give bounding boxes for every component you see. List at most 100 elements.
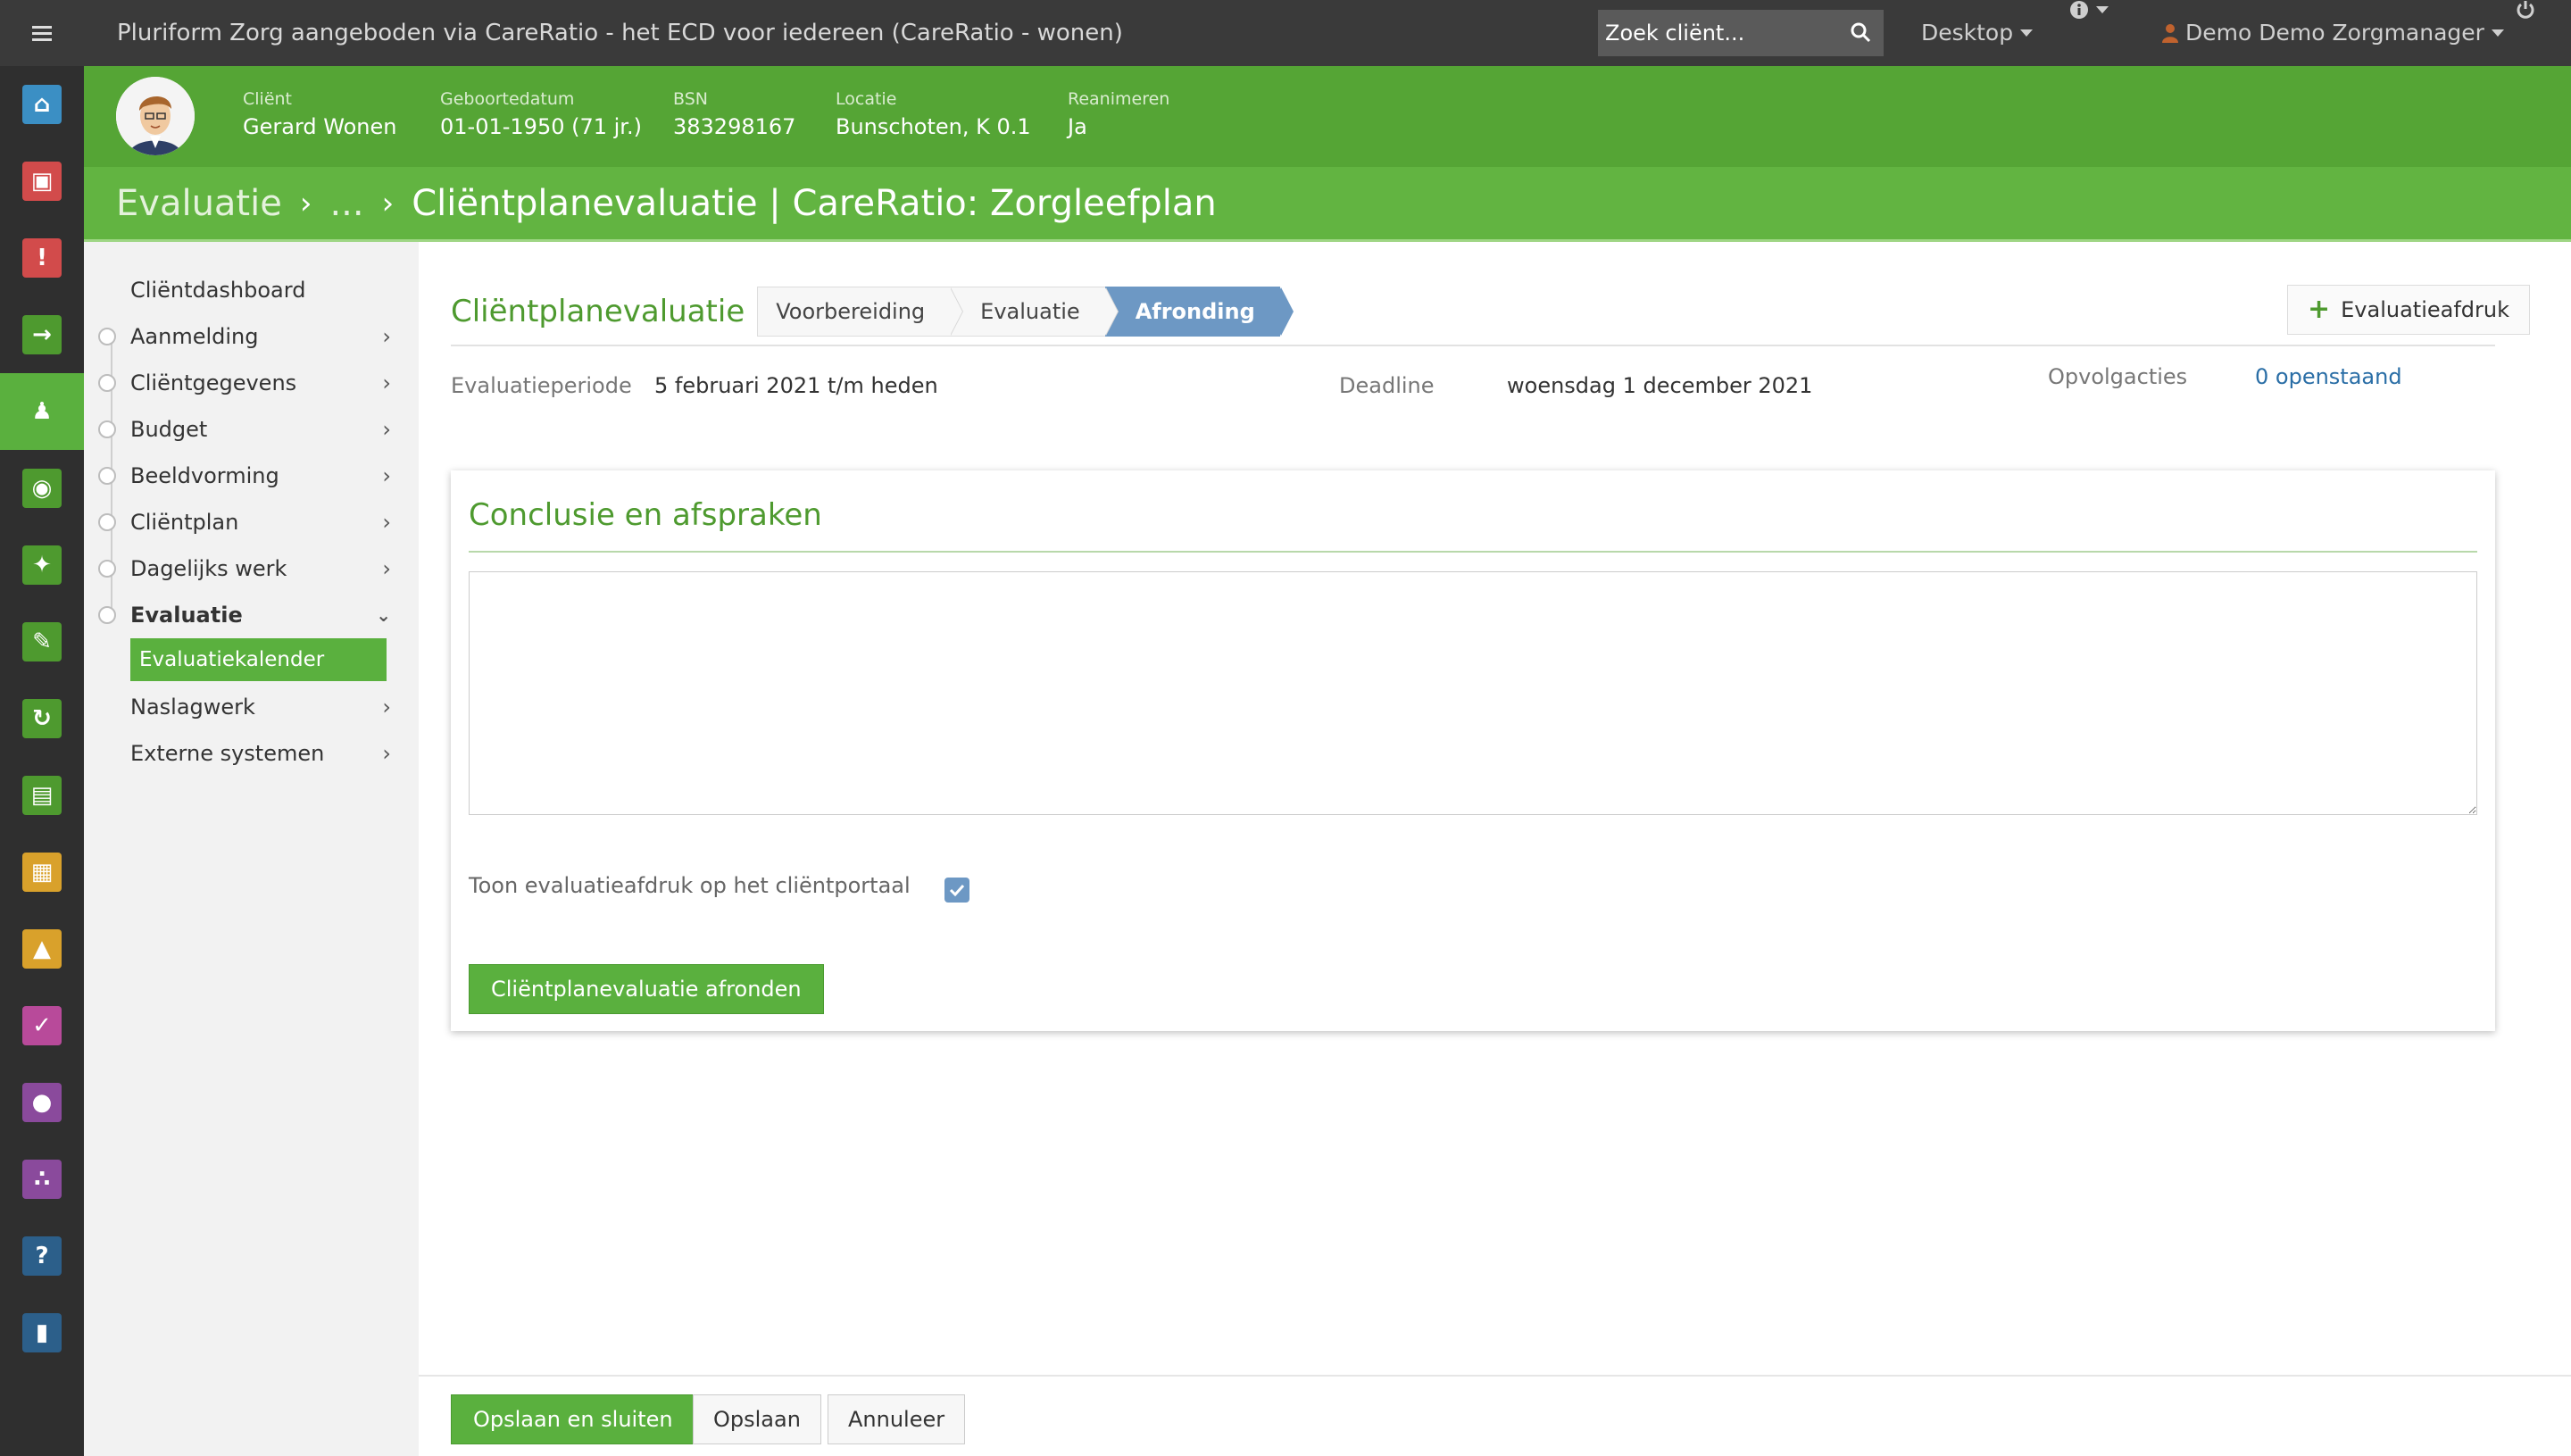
birthdate-value: 01-01-1950 (71 jr.) bbox=[440, 114, 642, 139]
chevron-down-icon bbox=[2020, 29, 2034, 37]
money-icon: ◉ bbox=[22, 469, 62, 508]
pencil-icon: ✎ bbox=[22, 622, 62, 661]
client-search-input[interactable] bbox=[1598, 10, 1884, 56]
sidebar-subitem-evaluatiekalender[interactable]: Evaluatiekalender bbox=[130, 638, 387, 681]
check-icon: ✓ bbox=[22, 1006, 62, 1045]
step-dot bbox=[98, 328, 116, 345]
side-nav: Cliëntdashboard Aanmelding › Cliëntgegev… bbox=[84, 242, 419, 1456]
client-avatar[interactable] bbox=[116, 77, 195, 155]
step-evaluatie[interactable]: Evaluatie bbox=[950, 287, 1119, 337]
rail-group[interactable]: ∴ bbox=[0, 1141, 84, 1218]
user-icon: ● bbox=[22, 1083, 62, 1122]
sidebar-item-evaluatie[interactable]: Evaluatie ⌄ bbox=[98, 599, 398, 631]
group-icon: ∴ bbox=[22, 1160, 62, 1199]
save-button[interactable]: Opslaan bbox=[693, 1394, 821, 1444]
user-menu[interactable]: Demo Demo Zorgmanager bbox=[2162, 0, 2504, 66]
bsn-value: 383298167 bbox=[673, 114, 796, 139]
rail-home[interactable]: ⌂ bbox=[0, 66, 84, 143]
chevron-down-icon bbox=[2491, 29, 2504, 37]
rail-login[interactable]: → bbox=[0, 296, 84, 373]
breadcrumb: Evaluatie › ... › Cliëntplanevaluatie | … bbox=[84, 167, 2571, 242]
chart-icon: ▮ bbox=[22, 1313, 62, 1352]
resuscitation-value: Ja bbox=[1068, 114, 1087, 139]
rail-road[interactable]: ▲ bbox=[0, 911, 84, 987]
rail-check[interactable]: ✓ bbox=[0, 987, 84, 1064]
power-button[interactable] bbox=[2516, 0, 2535, 20]
user-icon bbox=[2162, 24, 2178, 43]
desktop-menu[interactable]: Desktop bbox=[1921, 0, 2034, 66]
sidebar-item-label: Cliëntplan bbox=[130, 510, 239, 535]
sidebar-item-dashboard[interactable]: Cliëntdashboard bbox=[130, 274, 398, 306]
road-icon: ▲ bbox=[22, 929, 62, 969]
rail-pencil[interactable]: ✎ bbox=[0, 603, 84, 680]
document-icon: ▤ bbox=[22, 776, 62, 815]
chevron-right-icon: › bbox=[382, 463, 391, 488]
rail-help[interactable]: ? bbox=[0, 1218, 84, 1294]
sidebar-item-clientplan[interactable]: Cliëntplan › bbox=[98, 506, 398, 538]
cancel-button[interactable]: Annuleer bbox=[828, 1394, 966, 1444]
sidebar-item-label: Beeldvorming bbox=[130, 463, 279, 488]
finish-evaluation-button[interactable]: Cliëntplanevaluatie afronden bbox=[469, 964, 824, 1014]
period-value: 5 februari 2021 t/m heden bbox=[654, 373, 938, 398]
evaluation-print-button[interactable]: + Evaluatieafdruk bbox=[2286, 285, 2530, 335]
rail-money[interactable]: ◉ bbox=[0, 450, 84, 527]
rail-calendar[interactable]: ▦ bbox=[0, 834, 84, 911]
sidebar-item-clientgegevens[interactable]: Cliëntgegevens › bbox=[98, 367, 398, 399]
plus-icon: + bbox=[2307, 294, 2331, 325]
sidebar-item-dagelijks-werk[interactable]: Dagelijks werk › bbox=[98, 553, 398, 585]
panel-divider bbox=[469, 551, 2477, 553]
rail-puzzle[interactable]: ✦ bbox=[0, 527, 84, 603]
conclusion-textarea[interactable] bbox=[469, 571, 2477, 815]
client-search bbox=[1598, 10, 1884, 56]
sidebar-item-budget[interactable]: Budget › bbox=[98, 413, 398, 445]
sidebar-item-label: Dagelijks werk bbox=[130, 556, 287, 581]
warning-icon: ! bbox=[22, 238, 62, 278]
resuscitation-label: Reanimeren bbox=[1068, 89, 1170, 109]
sidebar-item-label: Cliëntgegevens bbox=[130, 370, 297, 395]
sidebar-item-naslagwerk[interactable]: Naslagwerk › bbox=[130, 691, 398, 723]
birthdate-field: Geboortedatum 01-01-1950 (71 jr.) bbox=[440, 89, 642, 139]
sidebar-item-label: Budget bbox=[130, 417, 208, 442]
step-afronding[interactable]: Afronding bbox=[1104, 287, 1294, 337]
sidebar-item-beeldvorming[interactable]: Beeldvorming › bbox=[98, 460, 398, 492]
step-dot bbox=[98, 467, 116, 485]
step-dot bbox=[98, 420, 116, 438]
step-dot bbox=[98, 513, 116, 531]
search-icon[interactable] bbox=[1850, 21, 1871, 43]
breadcrumb-parent[interactable]: Evaluatie bbox=[116, 183, 282, 224]
footer-actions: Opslaan en sluiten Opslaan Annuleer bbox=[419, 1375, 2571, 1456]
chevron-right-icon: › bbox=[382, 695, 391, 720]
chevron-right-icon: › bbox=[382, 417, 391, 442]
portal-checkbox[interactable] bbox=[944, 878, 969, 903]
breadcrumb-ellipsis[interactable]: ... bbox=[329, 183, 363, 224]
rail-refresh[interactable]: ↻ bbox=[0, 680, 84, 757]
wizard-steps: Voorbereiding Evaluatie Afronding bbox=[757, 287, 1294, 337]
step-voorbereiding[interactable]: Voorbereiding bbox=[757, 287, 964, 337]
followup-link[interactable]: 0 openstaand bbox=[2255, 364, 2402, 389]
menu-icon[interactable] bbox=[0, 0, 84, 66]
rail-user[interactable]: ● bbox=[0, 1064, 84, 1141]
refresh-icon: ↻ bbox=[22, 699, 62, 738]
info-menu[interactable] bbox=[2069, 0, 2109, 20]
page-title: Cliëntplanevaluatie bbox=[451, 294, 745, 329]
login-icon: → bbox=[22, 315, 62, 354]
save-and-close-button[interactable]: Opslaan en sluiten bbox=[451, 1394, 695, 1444]
step-dot bbox=[98, 560, 116, 578]
chevron-right-icon: › bbox=[382, 510, 391, 535]
rail-document[interactable]: ▤ bbox=[0, 757, 84, 834]
chevron-right-icon: › bbox=[381, 185, 395, 221]
client-name-field: Cliënt Gerard Wonen bbox=[243, 89, 396, 139]
rail-chart[interactable]: ▮ bbox=[0, 1294, 84, 1371]
evaluation-print-label: Evaluatieafdruk bbox=[2341, 297, 2509, 322]
breadcrumb-current: Cliëntplanevaluatie | CareRatio: Zorglee… bbox=[412, 182, 1217, 224]
sidebar-item-label: Evaluatie bbox=[130, 603, 243, 628]
sidebar-item-externe-systemen[interactable]: Externe systemen › bbox=[130, 737, 398, 770]
checkmark-icon bbox=[949, 884, 965, 896]
step-dot bbox=[98, 374, 116, 392]
rail-warning[interactable]: ! bbox=[0, 220, 84, 296]
rail-inbox[interactable]: ▣ bbox=[0, 143, 84, 220]
rail-client[interactable]: ♟ bbox=[0, 373, 84, 450]
step-dot bbox=[98, 606, 116, 624]
sidebar-item-aanmelding[interactable]: Aanmelding › bbox=[98, 320, 398, 353]
location-label: Locatie bbox=[836, 89, 897, 109]
